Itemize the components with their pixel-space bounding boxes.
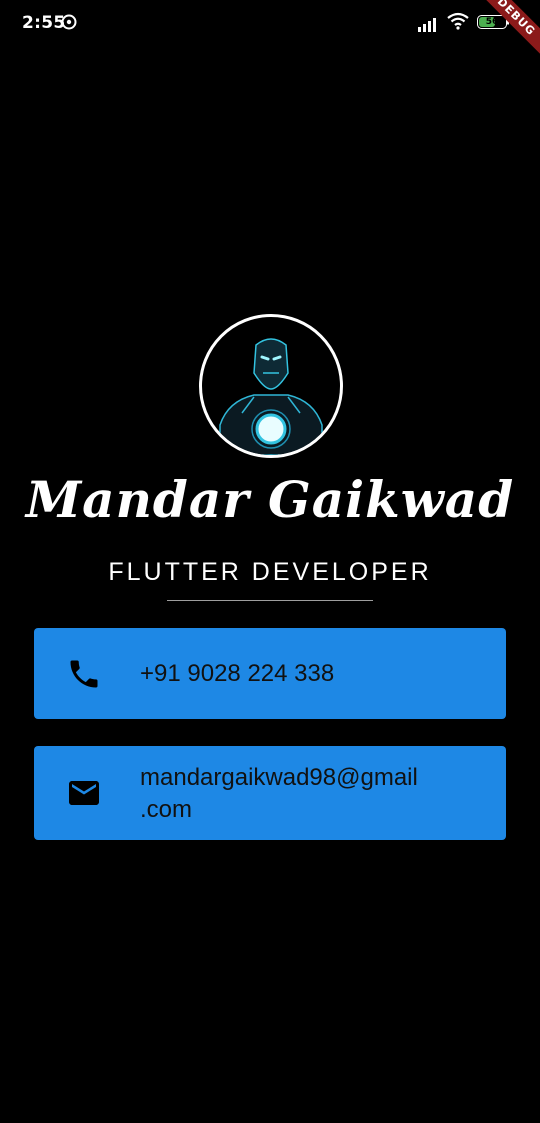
- data-saver-icon: [61, 14, 77, 30]
- divider: [167, 600, 373, 601]
- email-line-2: .com: [140, 796, 193, 823]
- status-time: 2:55: [22, 13, 66, 33]
- status-bar: 2:55 56: [0, 0, 540, 48]
- avatar: [199, 314, 343, 458]
- phone-number: +91 9028 224 338: [140, 660, 335, 687]
- profile-title: FLUTTER DEVELOPER: [108, 558, 432, 586]
- signal-icon: [418, 18, 436, 32]
- email-address: mandargaikwad98@gmail .com: [140, 762, 418, 826]
- iron-man-avatar-icon: [219, 338, 323, 455]
- email-card[interactable]: mandargaikwad98@gmail .com: [34, 746, 506, 840]
- mail-icon: [69, 781, 99, 805]
- phone-card[interactable]: +91 9028 224 338: [34, 628, 506, 719]
- wifi-icon: [447, 12, 469, 30]
- phone-icon: [70, 660, 98, 688]
- profile-name: Mandar Gaikwad: [25, 470, 515, 529]
- email-line-1: mandargaikwad98@gmail: [140, 764, 418, 791]
